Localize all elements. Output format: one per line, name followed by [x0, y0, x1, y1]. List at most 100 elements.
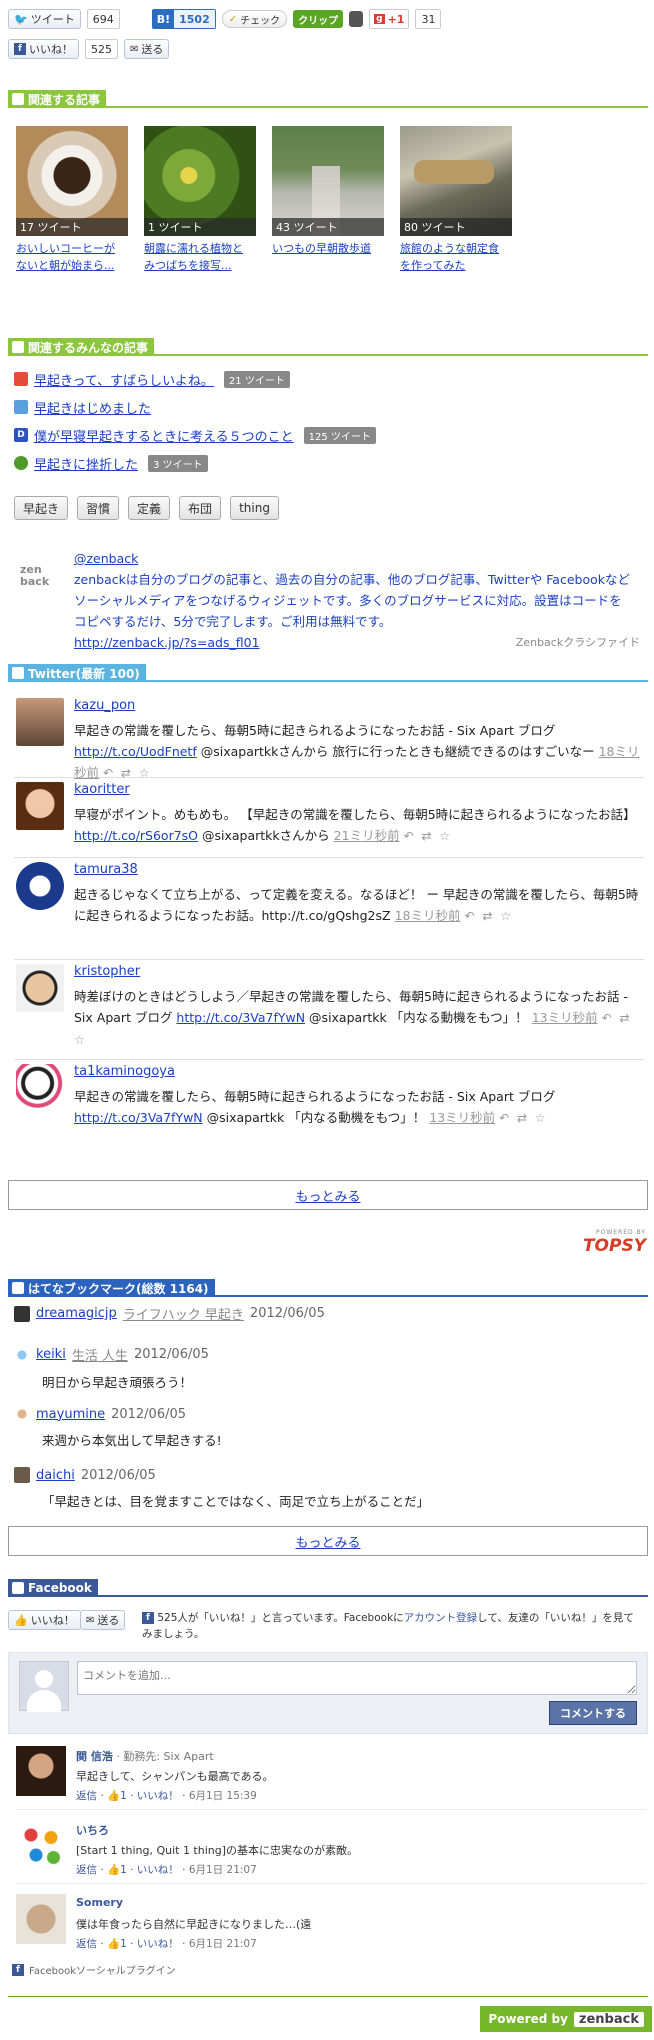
tweet-button[interactable]: 🐦 ツイート — [8, 9, 81, 29]
article-link[interactable]: 早起きに挫折した — [34, 454, 138, 473]
commenter-name[interactable]: Somery — [76, 1896, 123, 1909]
twitter-more-button[interactable]: もっとみる — [8, 1180, 648, 1210]
tweet-username[interactable]: kaoritter — [74, 782, 130, 797]
like-link[interactable]: いいね！ — [137, 1938, 179, 1950]
coffee-thumbnail[interactable]: 17 ツイート — [16, 126, 128, 236]
tweet-actions[interactable]: ↶ ⇄ ☆ — [499, 1111, 548, 1125]
hatena-bookmark-button[interactable]: B! 1502 — [151, 9, 216, 29]
bookmark-tags[interactable]: ライフハック 早起き — [123, 1304, 244, 1323]
avatar[interactable] — [14, 1346, 30, 1363]
commenter-work: · 勤務先: Six Apart — [112, 1750, 214, 1763]
tweet-link[interactable]: http://t.co/rS6or7sO — [74, 828, 198, 843]
avatar[interactable] — [16, 782, 64, 830]
zenback-description[interactable]: zenbackは自分のブログの記事と、過去の自分の記事、他のブログ記事、Twit… — [74, 569, 634, 632]
tweet-link[interactable]: http://t.co/3Va7fYwN — [74, 1110, 203, 1125]
avatar[interactable] — [16, 1064, 64, 1112]
facebook-send-button[interactable]: ✉ 送る — [124, 39, 170, 59]
plant-bee-thumbnail[interactable]: 1 ツイート — [144, 126, 256, 236]
bookmark-tags[interactable]: 生活 人生 — [72, 1345, 128, 1364]
tweet-text: 時差ぼけのときはどうしよう／早起きの常識を覆したら、毎朝5時に起きられるようにな… — [74, 986, 644, 1051]
bookmark-user[interactable]: daichi — [36, 1468, 75, 1483]
commenter-name[interactable]: 関 信浩 — [76, 1750, 113, 1763]
share-bar: 🐦 ツイート 694 B! 1502 ✓ チェック クリップ g +1 31 — [8, 8, 442, 30]
tweet-link[interactable]: http://t.co/UodFnetf — [74, 744, 197, 759]
facebook-plugin-credit[interactable]: f Facebookソーシャルプラグイン — [12, 1962, 176, 1977]
site-favicon-icon — [14, 372, 28, 386]
gplus-button[interactable]: g +1 — [369, 9, 410, 29]
bookmark-user[interactable]: dreamagicjp — [36, 1306, 117, 1321]
hatena-more-button[interactable]: もっとみる — [8, 1526, 648, 1556]
twitter-heading: Twitter(最新 100) — [28, 666, 140, 681]
tag-button[interactable]: 布団 — [179, 496, 222, 520]
tweet-timestamp[interactable]: 18ミリ秒前 — [395, 908, 461, 923]
article-link[interactable]: 早起きはじめました — [34, 398, 151, 417]
avatar[interactable] — [16, 964, 64, 1012]
post-comment-button[interactable]: コメントする — [549, 1701, 637, 1725]
tweet-item: kazu_pon 早起きの常識を覆したら、毎朝5時に起きられるようになったお話 … — [14, 694, 644, 780]
avatar[interactable] — [16, 698, 64, 746]
related-article-card[interactable]: 17 ツイート おいしいコーヒーが ないと朝が始まら... — [16, 126, 128, 274]
avatar[interactable] — [14, 1305, 30, 1322]
avatar[interactable] — [14, 1467, 30, 1483]
reply-link[interactable]: 返信 — [76, 1790, 97, 1802]
avatar[interactable] — [16, 1894, 66, 1944]
tweet-badge: 21 ツイート — [223, 370, 290, 388]
tweet-username[interactable]: tamura38 — [74, 862, 138, 877]
tweet-actions[interactable]: ↶ ⇄ ☆ — [464, 909, 513, 923]
reply-link[interactable]: 返信 — [76, 1864, 97, 1876]
tweet-username[interactable]: ta1kaminogoya — [74, 1064, 175, 1079]
commenter-name[interactable]: いちろ — [76, 1824, 109, 1837]
tweet-timestamp[interactable]: 13ミリ秒前 — [532, 1010, 598, 1025]
comment-input[interactable] — [77, 1661, 637, 1695]
tweet-timestamp[interactable]: 13ミリ秒前 — [429, 1110, 495, 1125]
related-article-card[interactable]: 1 ツイート 朝露に濡れる植物と みつばちを接写... — [144, 126, 256, 274]
avatar[interactable] — [16, 1820, 66, 1870]
comment-meta: 返信 · 👍1 · いいね！ · 6月1日 15:39 — [76, 1790, 257, 1802]
facebook-like-button[interactable]: f いいね！ — [8, 39, 79, 59]
facebook-send-button[interactable]: ✉ 送る — [80, 1610, 126, 1630]
tag-button[interactable]: 習慣 — [77, 496, 120, 520]
like-link[interactable]: いいね！ — [137, 1790, 179, 1802]
bookmark-user[interactable]: keiki — [36, 1347, 66, 1362]
tweet-text: 起きるじゃなくて立ち上がる、って定義を変える。なるほど！ ー 早起きの常識を覆し… — [74, 884, 644, 927]
powered-by-zenback[interactable]: Powered by zenback — [480, 2006, 652, 2032]
related-article-title[interactable]: いつもの早朝散歩道 — [272, 240, 384, 257]
tweet-timestamp[interactable]: 21ミリ秒前 — [334, 828, 400, 843]
clip-button[interactable]: クリップ — [293, 10, 344, 28]
zenback-handle-link[interactable]: @zenback — [74, 548, 634, 569]
related-article-title[interactable]: おいしいコーヒーが ないと朝が始まら... — [16, 240, 128, 274]
article-link[interactable]: 僕が早寝早起きするときに考える５つのこと — [34, 426, 294, 445]
tag-button[interactable]: 早起き — [14, 496, 69, 520]
tweet-username[interactable]: kristopher — [74, 964, 140, 979]
tweet-actions[interactable]: ↶ ⇄ ☆ — [404, 829, 453, 843]
signup-link[interactable]: アカウント登録 — [404, 1612, 478, 1624]
send-icon: ✉ — [86, 1614, 95, 1626]
avatar[interactable] — [14, 1406, 30, 1422]
walkway-thumbnail[interactable]: 43 ツイート — [272, 126, 384, 236]
article-link[interactable]: 早起きって、すばらしいよね。 — [34, 370, 214, 389]
related-article-title[interactable]: 旅館のような朝定食 を作ってみた — [400, 240, 512, 274]
tweet-body: 早起きの常識を覆したら、毎朝5時に起きられるようになったお話 - Six Apa… — [74, 723, 556, 738]
tag-button[interactable]: thing — [230, 496, 279, 520]
send-label: 送る — [97, 1614, 120, 1627]
bookmark-user[interactable]: mayumine — [36, 1407, 105, 1422]
bookmark-comment: 明日から早起き頑張ろう！ — [42, 1375, 193, 1390]
thumbs-up-icon: 👍 — [14, 1613, 28, 1627]
tag-button[interactable]: 定義 — [128, 496, 171, 520]
tweet-username[interactable]: kazu_pon — [74, 698, 135, 713]
title-line: いつもの早朝散歩道 — [272, 242, 371, 255]
facebook-like-button[interactable]: 👍 いいね！ — [8, 1610, 81, 1630]
breakfast-thumbnail[interactable]: 80 ツイート — [400, 126, 512, 236]
related-article-card[interactable]: 80 ツイート 旅館のような朝定食 を作ってみた — [400, 126, 512, 274]
like-link[interactable]: いいね！ — [137, 1864, 179, 1876]
topsy-logo[interactable]: POWERED BY TOPSY — [583, 1229, 646, 1256]
reply-link[interactable]: 返信 — [76, 1938, 97, 1950]
check-button[interactable]: ✓ チェック — [221, 10, 288, 28]
avatar — [19, 1661, 69, 1712]
avatar[interactable] — [16, 862, 64, 910]
related-article-title[interactable]: 朝露に濡れる植物と みつばちを接写... — [144, 240, 256, 274]
related-article-card[interactable]: 43 ツイート いつもの早朝散歩道 — [272, 126, 384, 274]
tweet-link[interactable]: http://t.co/3Va7fYwN — [176, 1010, 305, 1025]
avatar[interactable] — [16, 1746, 66, 1796]
facebook-share-bar: f いいね！ 525 ✉ 送る — [8, 38, 170, 60]
